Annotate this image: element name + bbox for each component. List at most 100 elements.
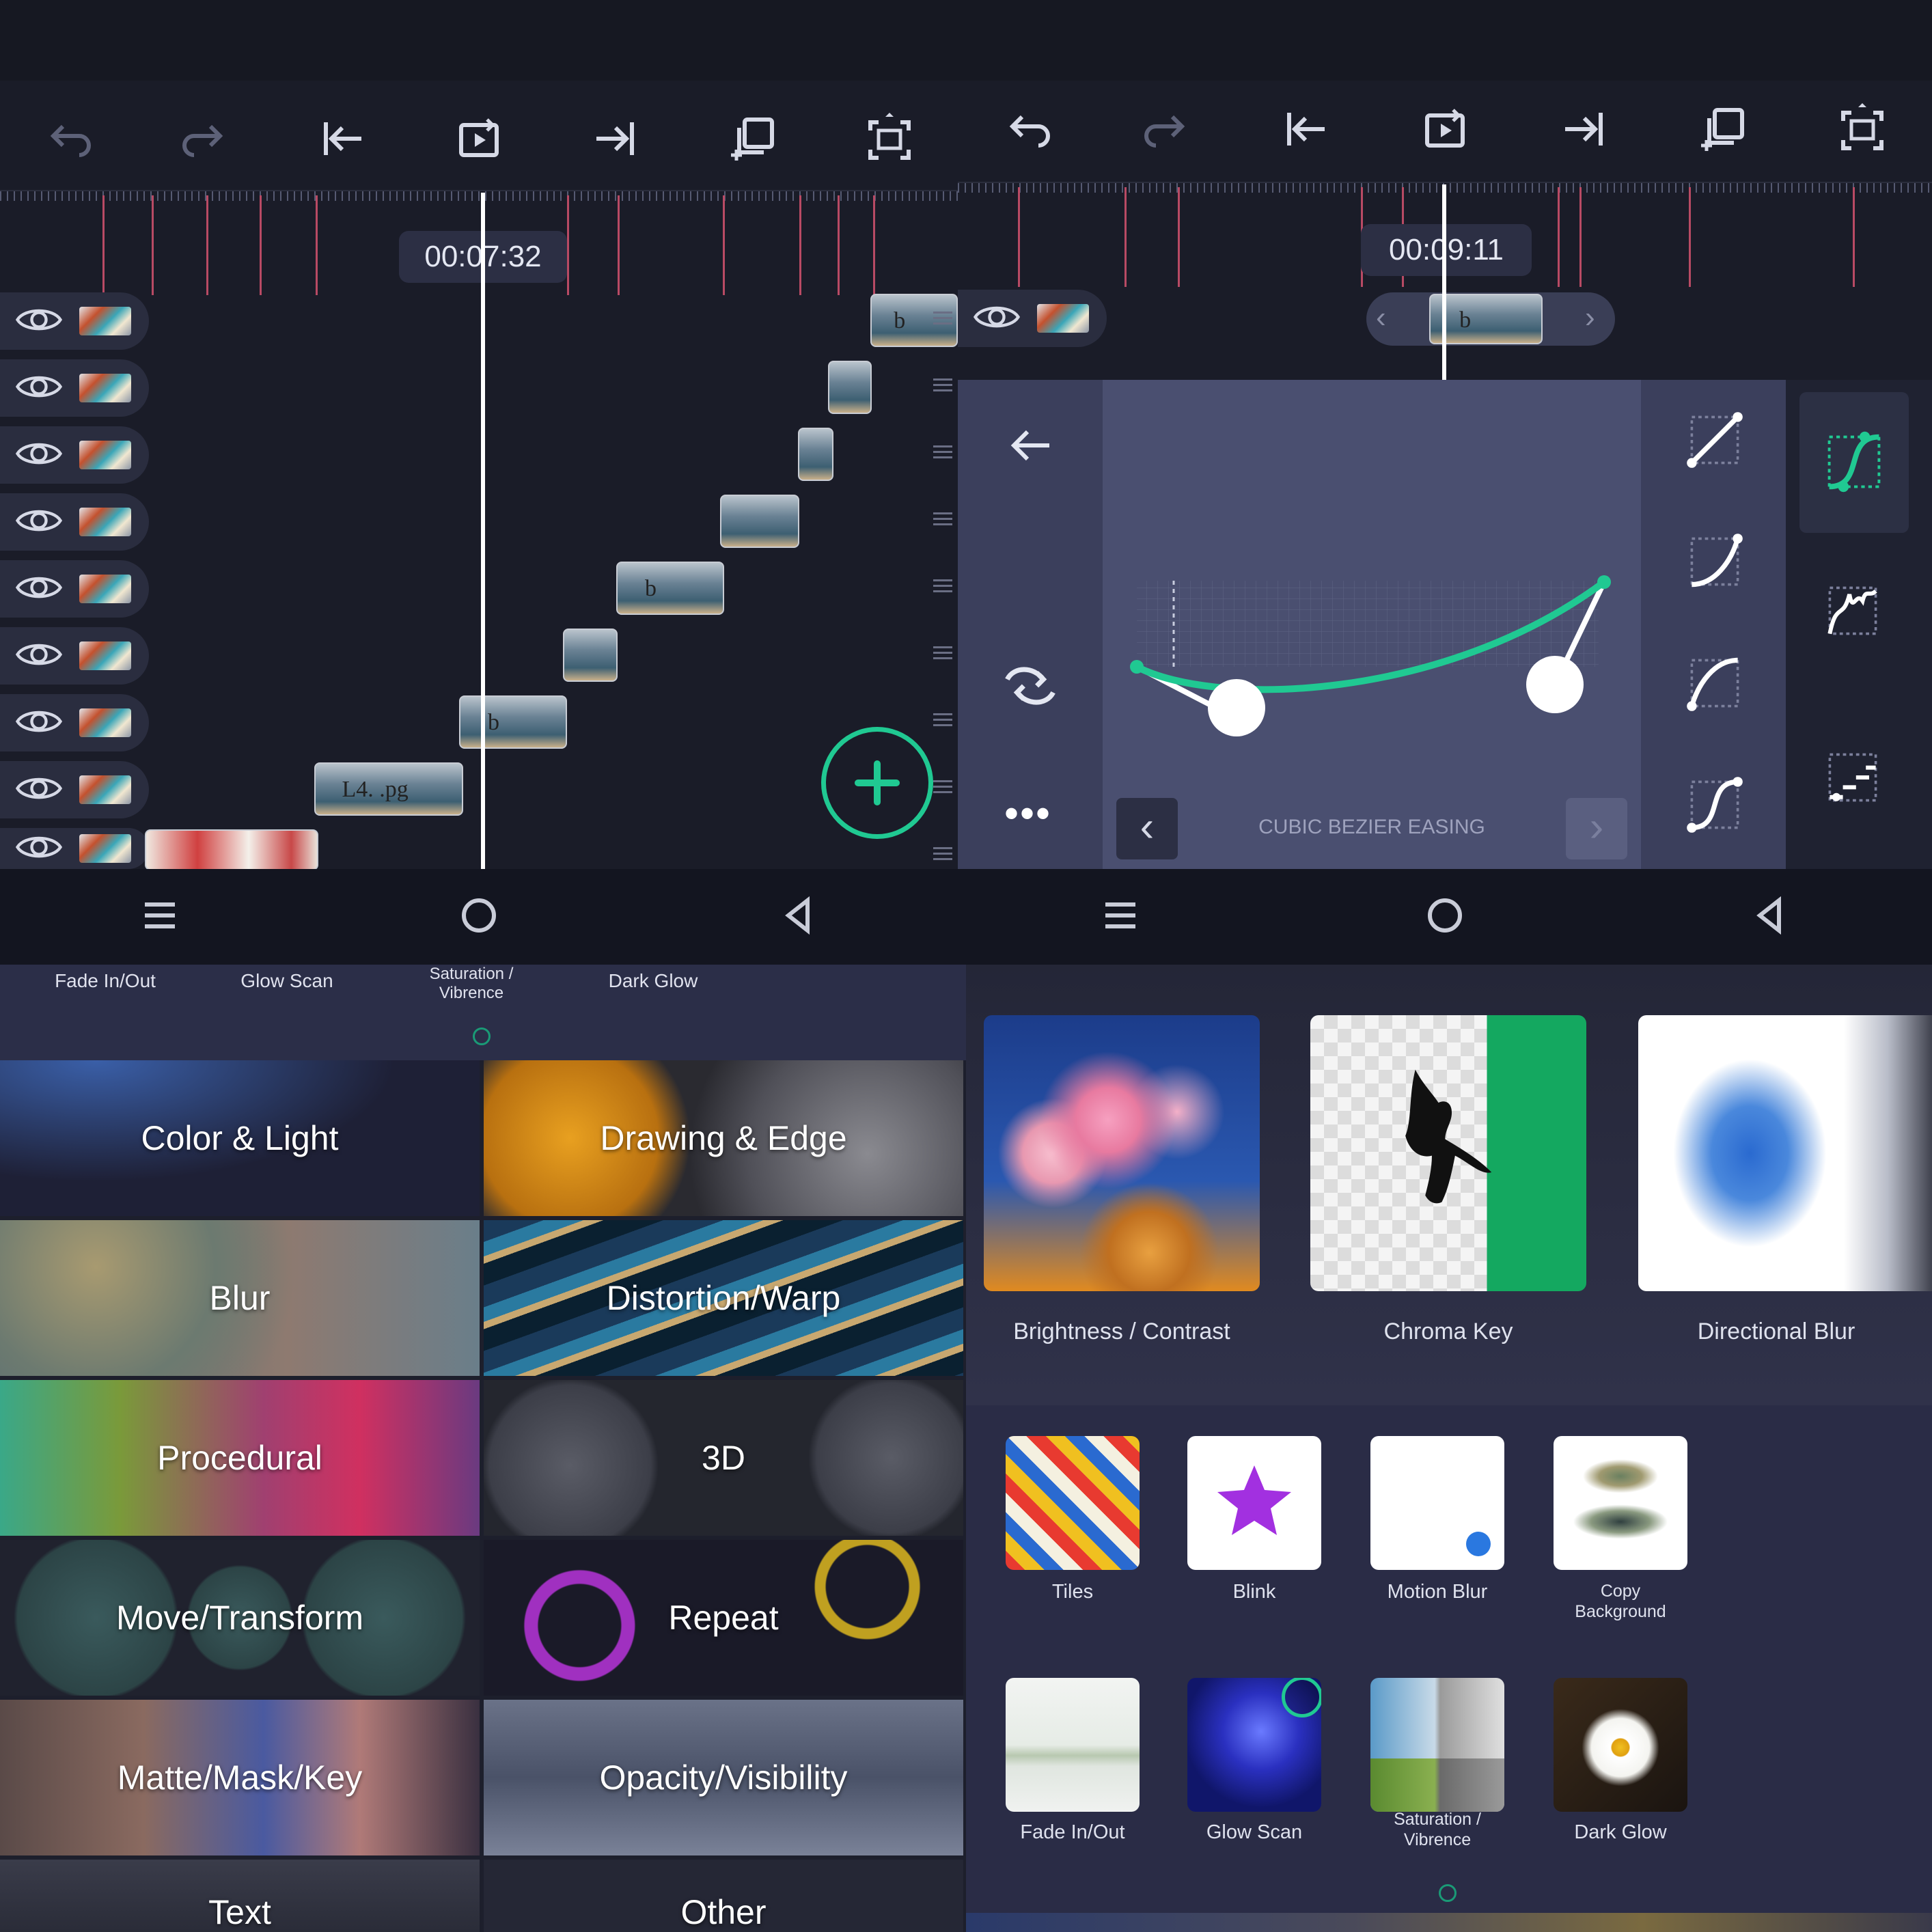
more-options-icon[interactable]: ••• xyxy=(1004,790,1051,837)
drag-handle-icon[interactable] xyxy=(933,445,952,462)
loop-button[interactable] xyxy=(1412,96,1478,162)
category-3d[interactable]: 3D xyxy=(484,1380,963,1536)
category-color-light[interactable]: Color & Light xyxy=(0,1060,480,1216)
recent-effect-label[interactable]: Saturation / Vibrence xyxy=(389,965,553,1003)
category-other[interactable]: Other xyxy=(484,1860,963,1932)
ease-in-out-icon[interactable] xyxy=(1682,772,1748,838)
category-procedural[interactable]: Procedural xyxy=(0,1380,480,1536)
next-easing-button[interactable]: › xyxy=(1566,798,1627,859)
timeline-clip[interactable] xyxy=(145,829,318,870)
ease-in-icon[interactable] xyxy=(1682,529,1748,594)
blink-thumbnail[interactable] xyxy=(1187,1436,1321,1570)
track-header[interactable] xyxy=(0,560,149,618)
track-header[interactable] xyxy=(0,359,149,417)
category-distortion-warp[interactable]: Distortion/Warp xyxy=(484,1220,963,1376)
timeline-clip[interactable] xyxy=(720,495,799,548)
add-layer-button[interactable] xyxy=(821,727,933,839)
redo-button[interactable] xyxy=(1134,96,1200,162)
back-icon[interactable] xyxy=(777,895,818,939)
prev-keyframe-icon[interactable]: ‹ xyxy=(1376,301,1386,335)
dark-glow-thumbnail[interactable] xyxy=(1554,1678,1687,1812)
track-header[interactable] xyxy=(0,761,149,818)
redo-button[interactable] xyxy=(172,106,238,171)
spring-easing-icon[interactable] xyxy=(1820,578,1886,644)
ease-out-icon[interactable] xyxy=(1682,650,1748,716)
category-text[interactable]: Text xyxy=(0,1860,480,1932)
skip-end-button[interactable] xyxy=(1551,96,1617,162)
fullscreen-button[interactable] xyxy=(857,106,922,171)
category-matte-mask-key[interactable]: Matte/Mask/Key xyxy=(0,1700,480,1855)
back-icon[interactable] xyxy=(1749,895,1790,939)
timeline-clip[interactable] xyxy=(828,361,872,414)
next-keyframe-icon[interactable]: › xyxy=(1585,301,1595,335)
track-header[interactable] xyxy=(0,493,149,551)
recent-effect-label[interactable]: Dark Glow xyxy=(571,970,735,992)
track-header[interactable] xyxy=(0,694,149,751)
bezier-curve-graph[interactable] xyxy=(1103,380,1641,869)
loop-button[interactable] xyxy=(446,106,512,171)
category-repeat[interactable]: Repeat xyxy=(484,1540,963,1696)
skip-start-button[interactable] xyxy=(309,106,375,171)
drag-handle-icon[interactable] xyxy=(933,646,952,663)
eye-icon[interactable] xyxy=(15,771,63,809)
track-header[interactable] xyxy=(0,627,149,685)
track-header[interactable] xyxy=(0,828,149,869)
timeline-clip[interactable]: b xyxy=(459,695,567,749)
undo-button[interactable] xyxy=(36,106,101,171)
track-header[interactable] xyxy=(0,426,149,484)
linear-easing-icon[interactable] xyxy=(1682,407,1748,473)
category-move-transform[interactable]: Move/Transform xyxy=(0,1540,480,1696)
directional-blur-thumbnail[interactable] xyxy=(1638,1015,1932,1291)
track-header[interactable] xyxy=(958,290,1107,347)
copy-background-thumbnail[interactable] xyxy=(1554,1436,1687,1570)
eye-icon[interactable] xyxy=(15,570,63,608)
bezier-graph-panel[interactable]: ‹ › CUBIC BEZIER EASING xyxy=(1103,380,1641,869)
drag-handle-icon[interactable] xyxy=(933,312,952,328)
drag-handle-icon[interactable] xyxy=(933,847,952,864)
brightness-contrast-thumbnail[interactable] xyxy=(984,1015,1260,1291)
recent-effect-label[interactable]: Glow Scan xyxy=(205,970,369,992)
eye-icon[interactable] xyxy=(15,637,63,675)
drag-handle-icon[interactable] xyxy=(933,713,952,730)
chroma-key-thumbnail[interactable] xyxy=(1310,1015,1586,1291)
playhead[interactable] xyxy=(481,193,485,869)
timeline-clip[interactable]: L4. .pg xyxy=(314,762,463,816)
eye-icon[interactable] xyxy=(973,300,1021,337)
saturation-vibrance-thumbnail[interactable] xyxy=(1370,1678,1504,1812)
playhead[interactable] xyxy=(1442,184,1446,380)
home-icon[interactable] xyxy=(1424,895,1465,939)
eye-icon[interactable] xyxy=(15,830,63,868)
bounce-easing-icon[interactable] xyxy=(1820,380,1886,445)
category-blur[interactable]: Blur xyxy=(0,1220,480,1376)
swap-icon[interactable] xyxy=(997,653,1063,719)
glow-scan-thumbnail[interactable] xyxy=(1187,1678,1321,1812)
drag-handle-icon[interactable] xyxy=(933,512,952,529)
prev-easing-button[interactable]: ‹ xyxy=(1116,798,1178,859)
eye-icon[interactable] xyxy=(15,437,63,474)
eye-icon[interactable] xyxy=(15,303,63,340)
fade-in-out-thumbnail[interactable] xyxy=(1006,1678,1140,1812)
timeline-clip[interactable] xyxy=(798,428,833,481)
tiles-thumbnail[interactable] xyxy=(1006,1436,1140,1570)
recents-icon[interactable] xyxy=(1100,895,1141,939)
back-arrow-icon[interactable] xyxy=(1003,418,1058,473)
duplicate-button[interactable] xyxy=(1690,96,1756,162)
track-header[interactable] xyxy=(0,292,149,350)
undo-button[interactable] xyxy=(995,96,1060,162)
steps-easing-icon[interactable] xyxy=(1820,745,1886,810)
category-opacity-visibility[interactable]: Opacity/Visibility xyxy=(484,1700,963,1855)
recents-icon[interactable] xyxy=(139,895,180,939)
eye-icon[interactable] xyxy=(15,704,63,742)
skip-start-button[interactable] xyxy=(1273,96,1338,162)
drag-handle-icon[interactable] xyxy=(933,780,952,797)
category-drawing-edge[interactable]: Drawing & Edge xyxy=(484,1060,963,1216)
drag-handle-icon[interactable] xyxy=(933,579,952,596)
fullscreen-button[interactable] xyxy=(1830,96,1895,162)
timeline-clip[interactable] xyxy=(563,629,618,682)
duplicate-button[interactable] xyxy=(720,106,786,171)
eye-icon[interactable] xyxy=(15,503,63,541)
home-icon[interactable] xyxy=(458,895,499,939)
recent-effect-label[interactable]: Fade In/Out xyxy=(23,970,187,992)
timeline-clip[interactable]: b xyxy=(616,562,724,615)
motion-blur-thumbnail[interactable] xyxy=(1370,1436,1504,1570)
